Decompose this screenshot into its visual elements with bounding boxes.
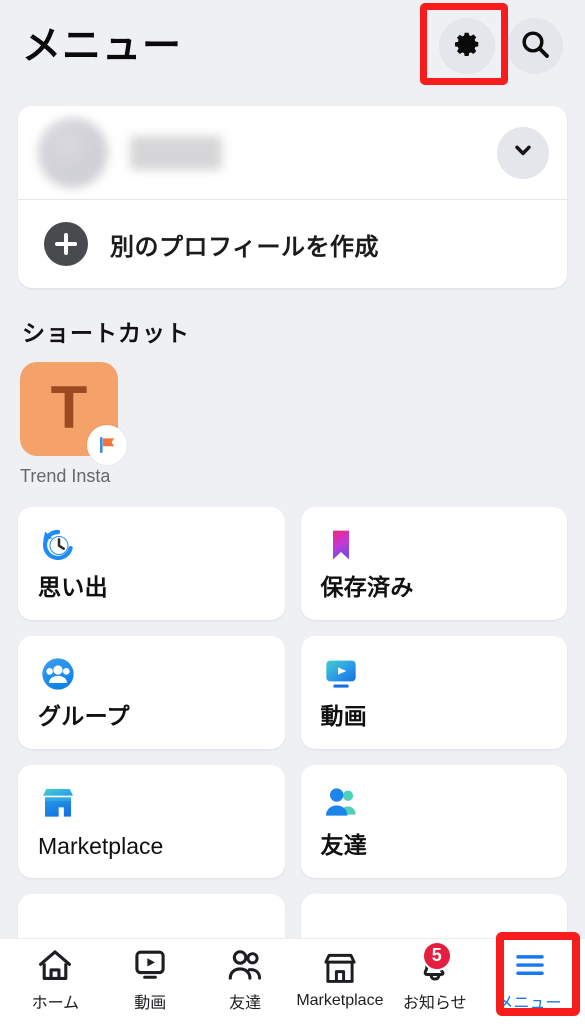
menu-content-scroll[interactable]: 別のプロフィールを作成 ショートカット T Trend Insta 思い出 保存… — [0, 92, 585, 1024]
notification-badge: 5 — [421, 940, 452, 971]
shortcuts-heading: ショートカット — [22, 320, 190, 346]
facebook-menu-screen: メニュー 別のプロフィールを作成 ショートカット T Trend Insta 思… — [0, 0, 585, 1024]
tile-label: 思い出 — [38, 574, 108, 600]
avatar — [38, 117, 108, 188]
nav-label: メニュー — [497, 994, 562, 1012]
plus-icon — [44, 222, 88, 266]
nav-item-friends[interactable]: 友達 — [198, 947, 293, 1013]
gear-icon — [452, 29, 482, 64]
chevron-down-icon — [510, 137, 536, 168]
shortcut-initial: T — [50, 374, 88, 441]
nav-label: 友達 — [229, 994, 262, 1012]
saved-bookmark-icon — [321, 525, 361, 565]
video-monitor-icon — [321, 654, 361, 694]
nav-item-marketplace[interactable]: Marketplace — [292, 950, 387, 1010]
friends-people-icon — [321, 783, 361, 823]
tile-marketplace[interactable]: Marketplace — [18, 765, 285, 878]
bottom-navigation-bar: ホーム 動画 友達 Marketplace 5 お知らせ メニュー — [0, 938, 585, 1024]
friends-icon — [224, 947, 266, 983]
settings-button[interactable] — [439, 18, 495, 74]
profile-name — [130, 135, 222, 170]
nav-item-menu[interactable]: メニュー — [482, 947, 577, 1013]
tile-label: グループ — [38, 703, 130, 729]
nav-label: Marketplace — [296, 991, 384, 1009]
marketplace-icon — [319, 950, 361, 986]
shortcut-list: T Trend Insta — [20, 362, 585, 487]
shortcut-tile[interactable]: T — [20, 362, 127, 465]
tile-label: 友達 — [320, 832, 368, 858]
video-icon — [129, 947, 171, 983]
nav-item-home[interactable]: ホーム — [8, 947, 103, 1013]
nav-label: 動画 — [134, 994, 167, 1012]
nav-item-notifications[interactable]: 5 お知らせ — [387, 940, 482, 1013]
profile-card: 別のプロフィールを作成 — [18, 106, 567, 288]
groups-icon — [38, 654, 78, 694]
tile-label: 保存済み — [320, 574, 414, 600]
create-profile-label: 別のプロフィールを作成 — [110, 233, 380, 261]
search-icon — [519, 28, 551, 65]
create-profile-row[interactable]: 別のプロフィールを作成 — [18, 200, 567, 288]
shortcut-item[interactable]: T Trend Insta — [20, 362, 127, 487]
page-title: メニュー — [22, 24, 183, 68]
header-actions — [439, 18, 563, 74]
home-icon — [34, 947, 76, 983]
nav-item-video[interactable]: 動画 — [103, 947, 198, 1013]
hamburger-menu-icon — [509, 947, 551, 983]
profile-expand-button[interactable] — [497, 126, 549, 179]
nav-label: ホーム — [31, 994, 80, 1012]
profile-row[interactable] — [18, 106, 567, 199]
tile-label: 動画 — [320, 703, 368, 729]
tile-video[interactable]: 動画 — [300, 636, 567, 749]
tile-groups[interactable]: グループ — [18, 636, 285, 749]
app-header: メニュー — [0, 0, 585, 92]
tile-saved[interactable]: 保存済み — [300, 507, 567, 620]
page-flag-icon — [87, 425, 127, 465]
marketplace-storefront-icon — [38, 783, 78, 823]
tile-label: Marketplace — [38, 833, 164, 859]
shortcut-label: Trend Insta — [20, 466, 111, 486]
nav-label: お知らせ — [402, 994, 467, 1012]
search-button[interactable] — [507, 18, 563, 74]
tile-friends[interactable]: 友達 — [300, 765, 567, 878]
bell-icon: 5 — [414, 940, 456, 983]
menu-tile-grid: 思い出 保存済み グループ 動画 Marketplace 友達 — [18, 507, 567, 1007]
tile-memories[interactable]: 思い出 — [18, 507, 285, 620]
memories-clock-icon — [38, 525, 78, 565]
